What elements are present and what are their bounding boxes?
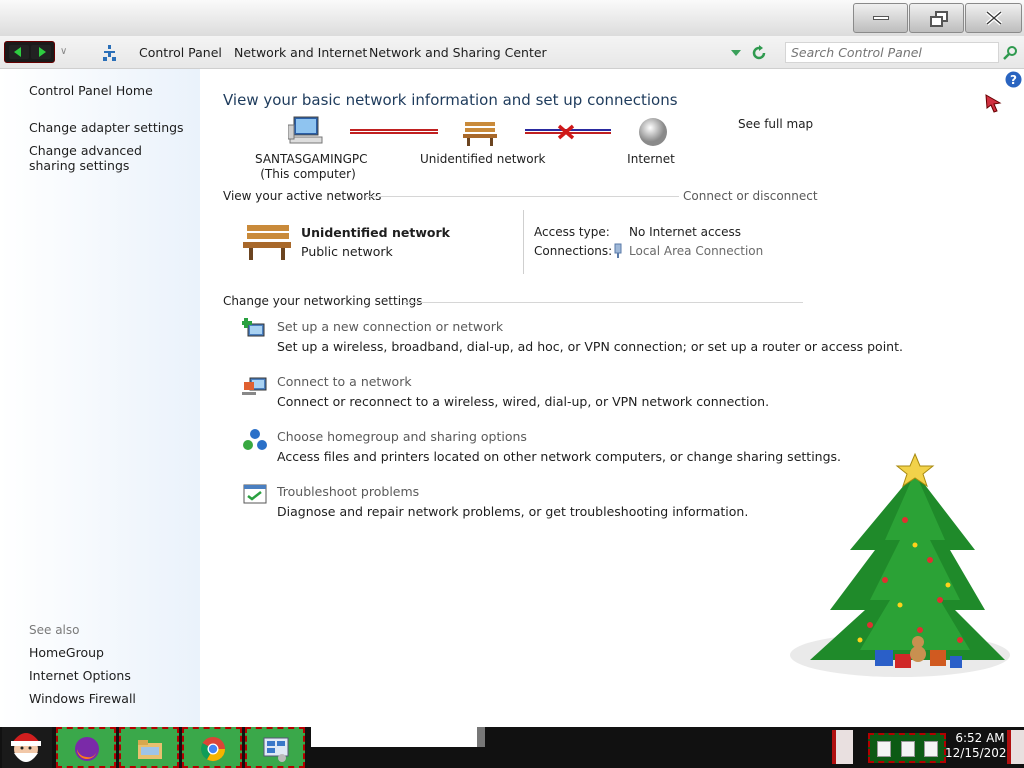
breadcrumb-network-and-internet[interactable]: Network and Internet: [234, 45, 367, 60]
active-network-name: Unidentified network: [301, 225, 450, 240]
restore-button[interactable]: [909, 3, 964, 33]
close-icon: [966, 4, 1021, 32]
firefox-icon: [75, 737, 99, 761]
left-pane: Control Panel Home Change adapter settin…: [0, 69, 200, 727]
bench-icon[interactable]: [463, 118, 497, 146]
taskbar-firefox[interactable]: [56, 727, 116, 768]
troubleshoot-icon: [243, 484, 267, 504]
action-center-icon[interactable]: [877, 741, 891, 757]
sidebar-change-advanced-sharing-settings[interactable]: Change advanced sharing settings: [29, 143, 189, 173]
connect-to-network-link[interactable]: Connect to a network: [277, 374, 412, 389]
troubleshoot-problems-link[interactable]: Troubleshoot problems: [277, 484, 419, 499]
map-computer-name: SANTASGAMINGPC: [255, 152, 368, 166]
mouse-cursor-icon: [985, 94, 1002, 113]
sidebar-internet-options[interactable]: Internet Options: [29, 668, 131, 683]
homegroup-sharing-desc: Access files and printers located on oth…: [277, 449, 842, 464]
taskbar-window-strip: [311, 727, 477, 747]
active-network-type-link[interactable]: Public network: [301, 244, 393, 259]
title-bar: [0, 0, 1024, 36]
tray-show-hidden[interactable]: [832, 730, 853, 764]
network-sharing-center-window: ∨ Control Panel Network and Internet Net…: [0, 0, 1024, 768]
forward-arrow-icon: [31, 45, 51, 59]
change-settings-heading: Change your networking settings: [223, 294, 423, 308]
clock-date[interactable]: 12/15/2023: [945, 746, 1014, 760]
homegroup-icon: [243, 429, 267, 450]
sidebar-windows-firewall[interactable]: Windows Firewall: [29, 691, 136, 706]
active-networks-rule: [365, 196, 679, 197]
connections-label: Connections:: [534, 244, 613, 258]
close-button[interactable]: [965, 3, 1022, 33]
internet-globe-icon[interactable]: [637, 116, 669, 148]
connect-network-icon: [242, 377, 267, 395]
network-tray-icon[interactable]: [901, 741, 915, 757]
file-explorer-icon: [138, 740, 162, 759]
breadcrumb-network-and-sharing-center[interactable]: Network and Sharing Center: [369, 45, 547, 60]
santa-start-icon[interactable]: [2, 727, 52, 768]
active-networks-divider: [523, 210, 524, 274]
taskbar-control-panel[interactable]: [245, 727, 305, 768]
show-desktop-button[interactable]: [1007, 730, 1024, 764]
minimize-button[interactable]: [853, 3, 908, 33]
computer-icon[interactable]: [288, 115, 324, 147]
active-networks-heading: View your active networks: [223, 189, 382, 203]
help-icon[interactable]: ?: [1005, 71, 1022, 88]
sidebar-change-adapter-settings[interactable]: Change adapter settings: [29, 120, 184, 135]
homegroup-sharing-link[interactable]: Choose homegroup and sharing options: [277, 429, 527, 444]
clock-time[interactable]: 6:52 AM: [955, 731, 1005, 745]
network-icon: [103, 45, 116, 61]
setup-new-connection-link[interactable]: Set up a new connection or network: [277, 319, 503, 334]
page-title: View your basic network information and …: [223, 91, 678, 109]
sidebar-homegroup[interactable]: HomeGroup: [29, 645, 104, 660]
no-connection-x-icon[interactable]: [557, 124, 575, 140]
troubleshoot-problems-desc: Diagnose and repair network problems, or…: [277, 504, 749, 519]
back-arrow-icon: [9, 45, 29, 59]
address-bar: ∨ Control Panel Network and Internet Net…: [0, 36, 1024, 69]
local-area-connection-link[interactable]: Local Area Connection: [629, 244, 763, 258]
change-settings-rule: [403, 302, 803, 303]
map-network-name: Unidentified network: [420, 152, 546, 166]
control-panel-icon: [263, 737, 289, 762]
volume-icon[interactable]: [924, 741, 938, 757]
connect-or-disconnect-link[interactable]: Connect or disconnect: [683, 189, 818, 203]
taskbar-chrome[interactable]: [182, 727, 242, 768]
map-computer-sub: (This computer): [260, 167, 356, 181]
connect-to-network-desc: Connect or reconnect to a wireless, wire…: [277, 394, 770, 409]
svg-text:?: ?: [1010, 73, 1017, 87]
access-type-label: Access type:: [534, 225, 610, 239]
see-full-map-link[interactable]: See full map: [738, 117, 813, 131]
breadcrumb-control-panel[interactable]: Control Panel: [139, 45, 222, 60]
search-icon[interactable]: [1003, 45, 1018, 60]
ethernet-icon: [614, 243, 622, 258]
back-button[interactable]: [9, 45, 29, 59]
forward-button[interactable]: [31, 45, 51, 59]
new-connection-icon: [242, 318, 265, 337]
sidebar-control-panel-home[interactable]: Control Panel Home: [29, 83, 153, 98]
recent-pages-dropdown[interactable]: ∨: [60, 46, 67, 57]
refresh-icon[interactable]: [751, 45, 767, 61]
system-tray: [868, 733, 946, 763]
network-bench-icon[interactable]: [243, 219, 291, 261]
see-also-heading: See also: [29, 623, 80, 637]
taskbar-file-explorer[interactable]: [119, 727, 179, 768]
computer-network-link: [350, 129, 438, 134]
setup-new-connection-desc: Set up a wireless, broadband, dial-up, a…: [277, 339, 903, 354]
chrome-icon: [200, 737, 225, 762]
search-input[interactable]: [785, 42, 999, 63]
map-internet: Internet: [627, 152, 675, 166]
christmas-tree-decoration: [790, 452, 1010, 677]
address-dropdown-icon[interactable]: [731, 50, 741, 56]
taskbar-separator: [477, 727, 485, 747]
minimize-icon: [854, 4, 907, 32]
nav-buttons: [4, 41, 55, 63]
access-type-value: No Internet access: [629, 225, 742, 239]
